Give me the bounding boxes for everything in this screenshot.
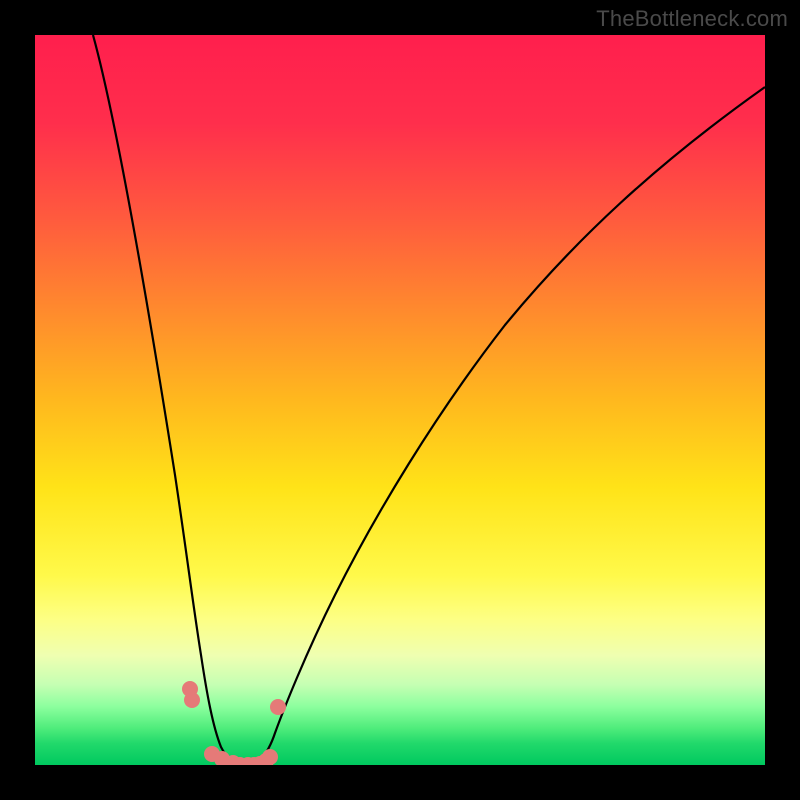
curve-layer [35, 35, 765, 765]
plot-area [35, 35, 765, 765]
bottleneck-curve [93, 35, 765, 765]
watermark-text: TheBottleneck.com [596, 6, 788, 32]
highlight-points [182, 681, 286, 765]
chart-frame: TheBottleneck.com [0, 0, 800, 800]
